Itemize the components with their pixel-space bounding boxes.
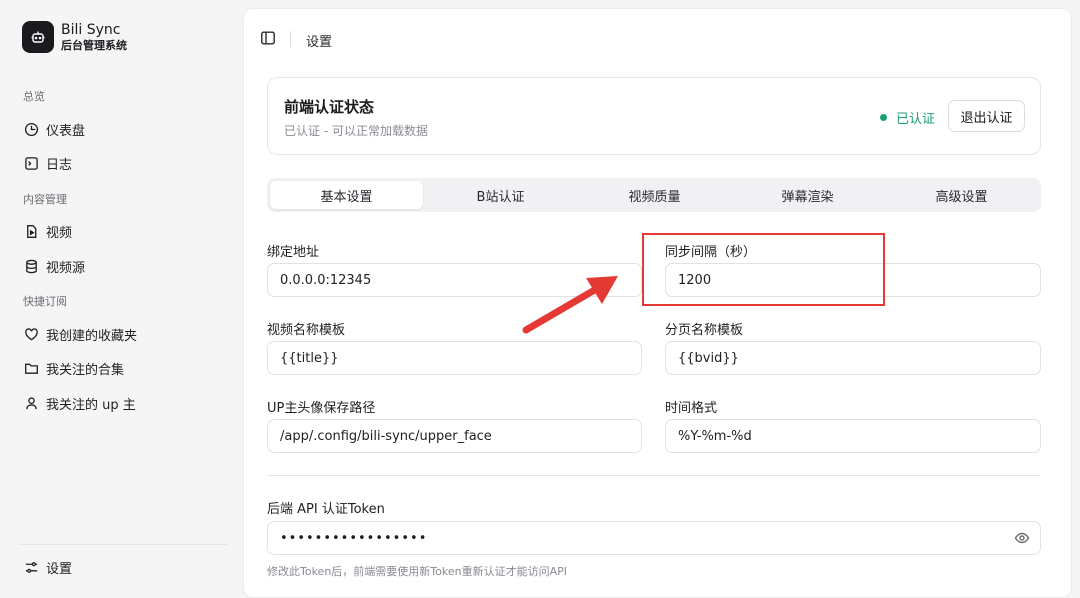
tab-basic[interactable]: 基本设置	[270, 181, 423, 209]
brand[interactable]: Bili Sync 后台管理系统	[22, 21, 127, 53]
sidebar-item-label: 仪表盘	[46, 123, 86, 139]
main-panel: 设置 前端认证状态 已认证 - 可以正常加载数据 已认证 退出认证 基本设置 B…	[243, 8, 1072, 598]
section-divider	[267, 475, 1041, 476]
sidebar-item-collections[interactable]: 我关注的合集	[18, 353, 228, 383]
sidebar-item-logs[interactable]: 日志	[18, 148, 228, 178]
terminal-icon	[23, 155, 39, 171]
brand-subtitle: 后台管理系统	[61, 38, 127, 52]
api-token-value: •••••••••••••••••	[280, 530, 428, 546]
status-dot-icon	[880, 114, 887, 121]
bind-address-label: 绑定地址	[267, 245, 320, 260]
video-name-template-label: 视频名称模板	[267, 323, 346, 338]
time-format-input[interactable]: %Y-%m-%d	[665, 419, 1041, 453]
api-token-label: 后端 API 认证Token	[267, 502, 385, 517]
brand-name: Bili Sync	[61, 21, 121, 38]
page-name-template-label: 分页名称模板	[665, 323, 744, 338]
sidebar-item-label: 视频	[46, 225, 73, 241]
page-name-template-input[interactable]: {{bvid}}	[665, 341, 1041, 375]
token-hint: 修改此Token后，前端需要使用新Token重新认证才能访问API	[267, 565, 567, 578]
sidebar-item-label: 视频源	[46, 260, 86, 276]
sidebar-item-settings[interactable]: 设置	[18, 552, 228, 582]
sidebar-toggle-icon[interactable]	[260, 30, 278, 48]
time-format-label: 时间格式	[665, 401, 718, 416]
auth-status-card: 前端认证状态 已认证 - 可以正常加载数据 已认证 退出认证	[267, 77, 1041, 155]
annotation-arrow-icon	[522, 276, 618, 334]
sidebar-item-label: 日志	[46, 157, 73, 173]
sidebar-item-label: 我关注的合集	[46, 362, 125, 378]
sync-interval-input[interactable]: 1200	[665, 263, 1041, 297]
logout-button[interactable]: 退出认证	[948, 100, 1025, 132]
tab-video-quality[interactable]: 视频质量	[578, 181, 731, 209]
bot-logo-icon	[22, 21, 54, 53]
sidebar-item-label: 我创建的收藏夹	[46, 328, 138, 344]
sidebar-item-favorites[interactable]: 我创建的收藏夹	[18, 319, 228, 349]
breadcrumb: 设置	[306, 35, 333, 50]
sidebar-item-followed-ups[interactable]: 我关注的 up 主	[18, 388, 228, 418]
topbar: 设置	[244, 9, 1071, 67]
status-badge: 已认证	[880, 108, 935, 127]
folder-icon	[23, 360, 39, 376]
sidebar-item-dashboard[interactable]: 仪表盘	[18, 114, 228, 144]
status-text: 已认证	[896, 112, 936, 127]
sidebar-divider	[18, 544, 228, 545]
heart-icon	[23, 326, 39, 342]
upper-path-input[interactable]: /app/.config/bili-sync/upper_face	[267, 419, 642, 453]
sidebar-item-videos[interactable]: 视频	[18, 216, 228, 246]
auth-description: 已认证 - 可以正常加载数据	[284, 124, 428, 138]
sidebar-item-video-sources[interactable]: 视频源	[18, 251, 228, 281]
topbar-separator	[290, 31, 291, 47]
group-label-subscriptions: 快捷订阅	[23, 295, 67, 308]
group-label-overview: 总览	[23, 90, 45, 103]
tab-danmaku[interactable]: 弹幕渲染	[731, 181, 884, 209]
sliders-icon	[23, 559, 39, 575]
group-label-content: 内容管理	[23, 193, 67, 206]
api-token-input[interactable]: •••••••••••••••••	[267, 521, 1041, 555]
database-icon	[23, 258, 39, 274]
sidebar: Bili Sync 后台管理系统 总览 仪表盘 日志 内容管理 视频 视频源 快…	[0, 0, 243, 598]
auth-title: 前端认证状态	[284, 98, 375, 116]
sync-interval-label: 同步间隔（秒）	[665, 245, 757, 260]
tab-advanced[interactable]: 高级设置	[885, 181, 1038, 209]
gauge-icon	[23, 121, 39, 137]
video-file-icon	[23, 223, 39, 239]
upper-path-label: UP主头像保存路径	[267, 401, 376, 416]
tab-bilibili-auth[interactable]: B站认证	[424, 181, 577, 209]
video-name-template-input[interactable]: {{title}}	[267, 341, 642, 375]
sidebar-item-label: 设置	[46, 561, 73, 577]
user-icon	[23, 395, 39, 411]
sidebar-item-label: 我关注的 up 主	[46, 397, 136, 413]
eye-icon[interactable]	[1014, 530, 1030, 546]
settings-tabs: 基本设置 B站认证 视频质量 弹幕渲染 高级设置	[267, 178, 1041, 212]
